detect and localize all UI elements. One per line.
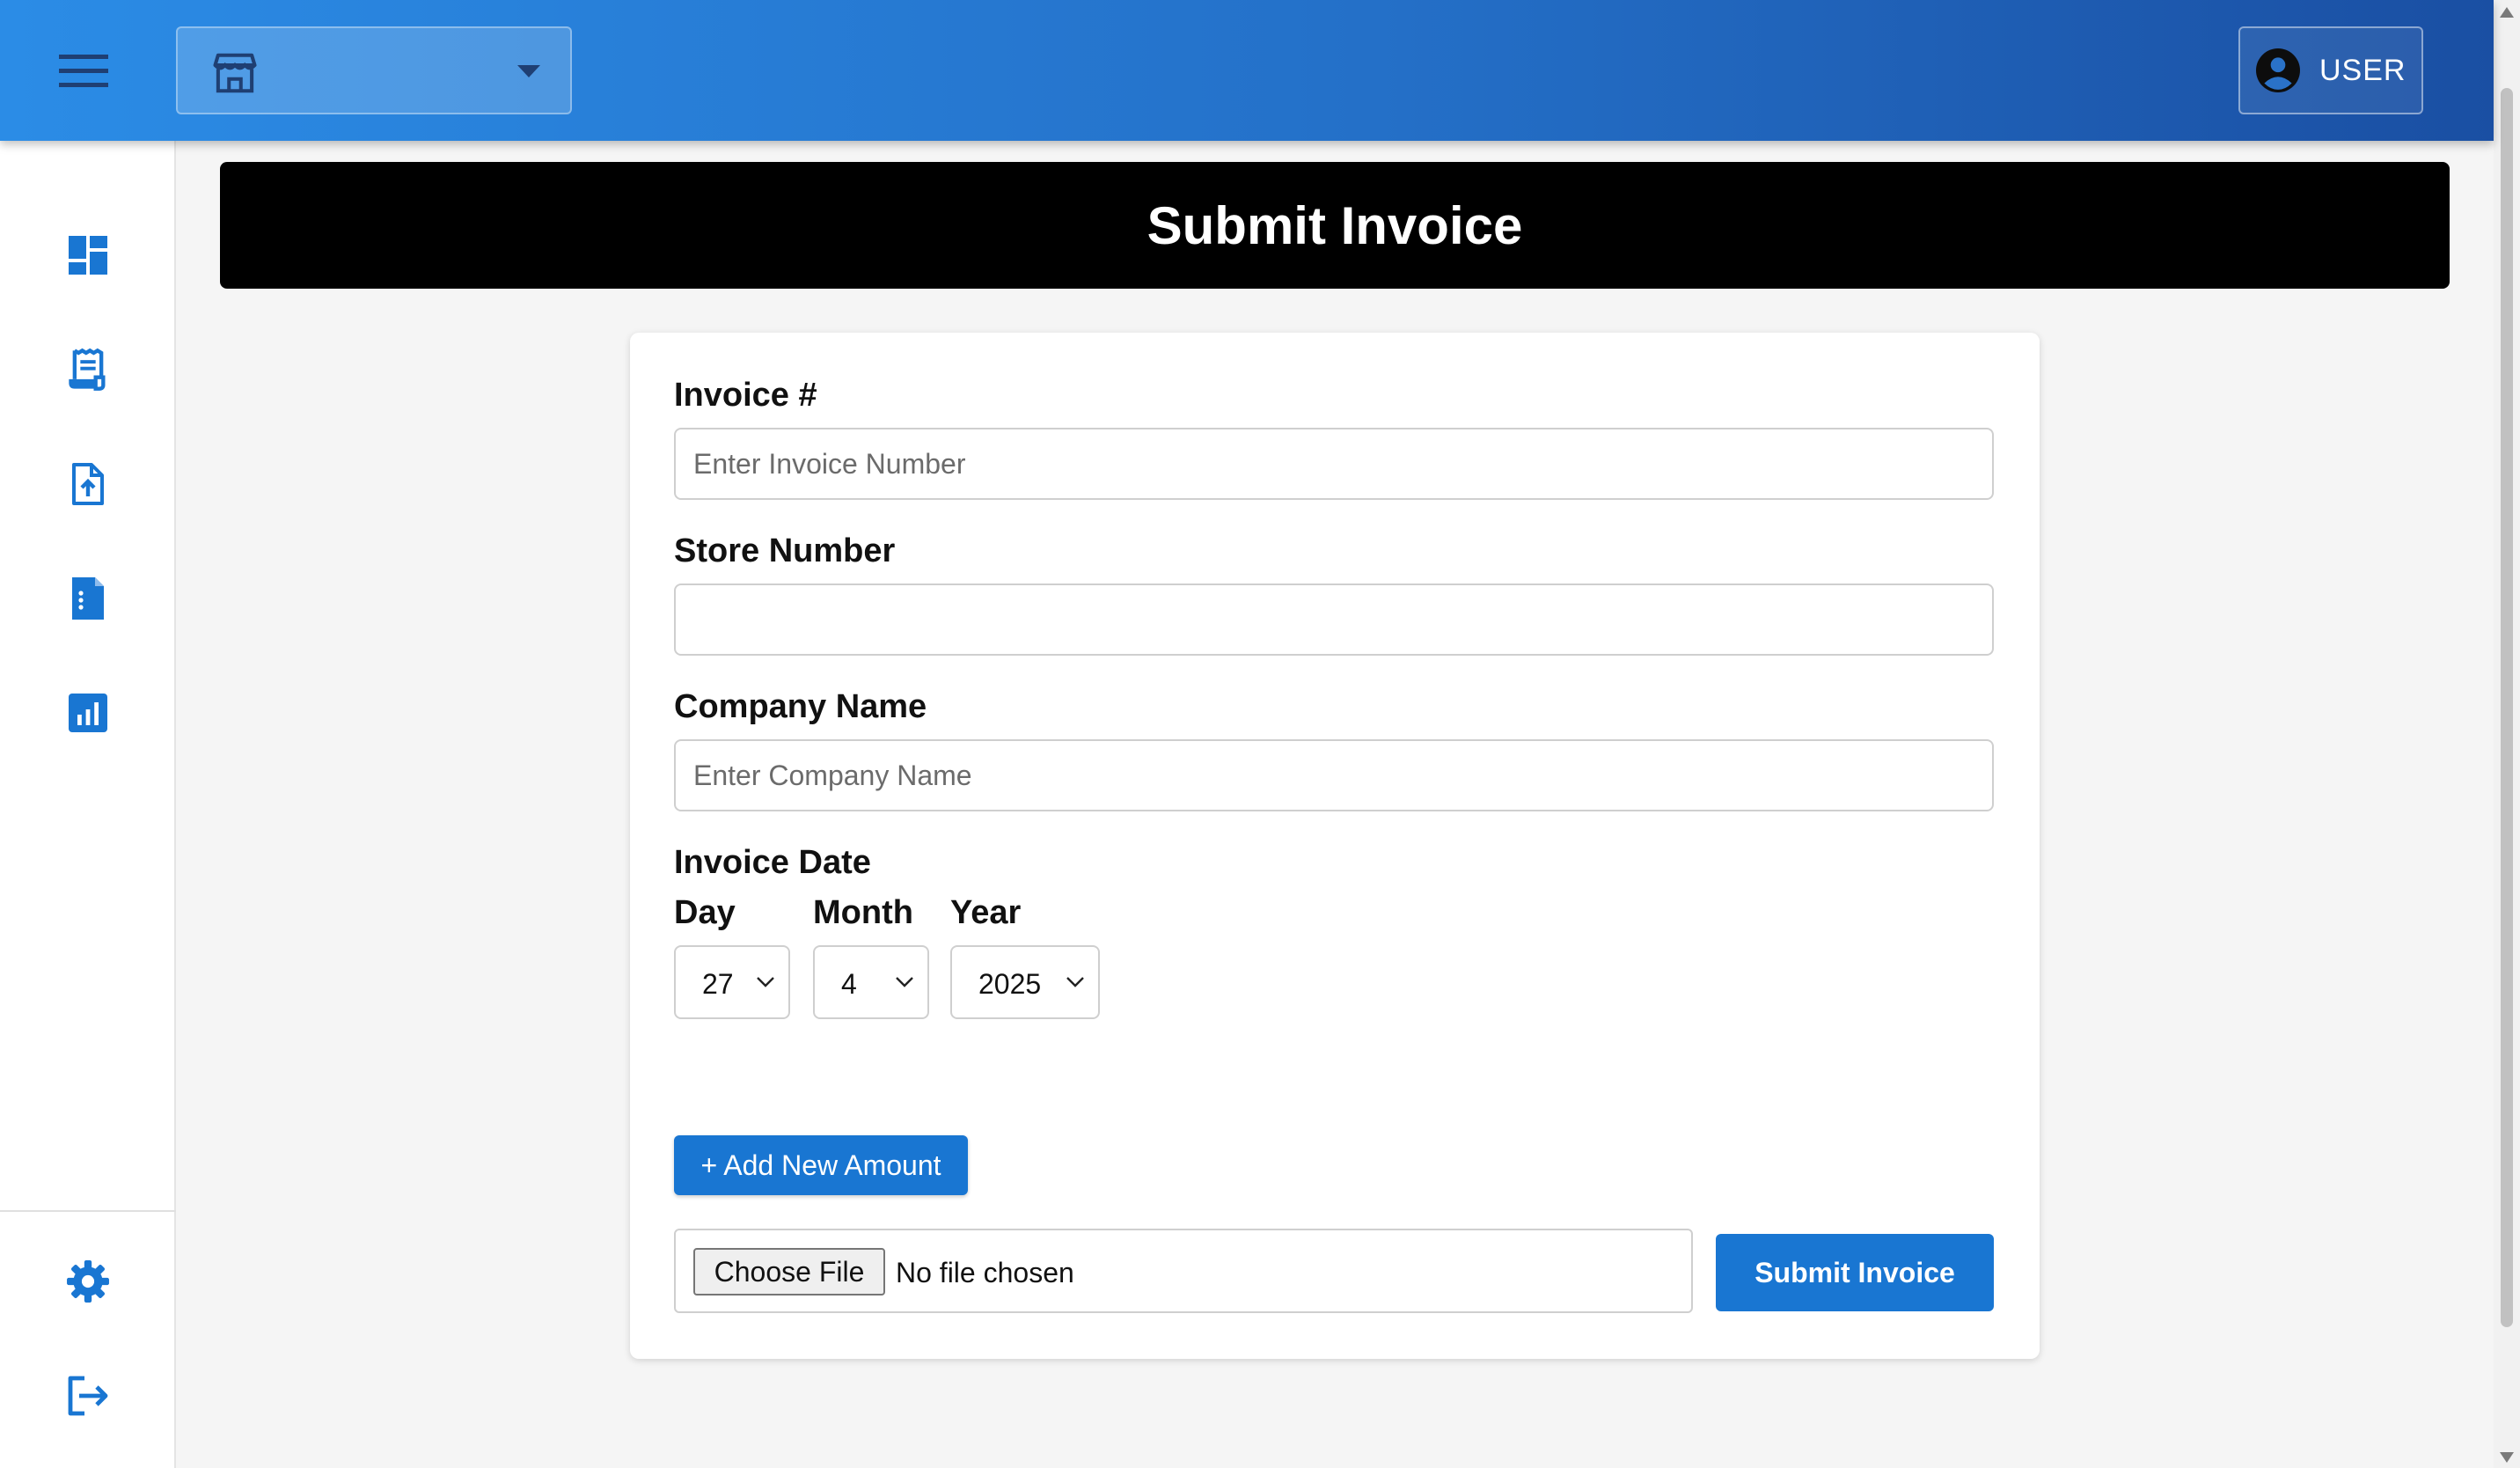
logout-icon <box>68 1376 108 1416</box>
month-select[interactable]: 4 <box>813 945 929 1019</box>
invoice-number-label: Invoice # <box>674 377 817 414</box>
file-upload-field[interactable]: Choose File No file chosen <box>674 1229 1693 1313</box>
scroll-up-arrow-icon[interactable] <box>2500 7 2514 18</box>
year-select[interactable]: 2025 <box>950 945 1100 1019</box>
invoice-date-label: Invoice Date <box>674 844 871 881</box>
page-title-bar: Submit Invoice <box>220 162 2450 289</box>
chevron-down-icon <box>896 977 913 987</box>
submit-invoice-button[interactable]: Submit Invoice <box>1716 1234 1994 1311</box>
store-number-label: Store Number <box>674 532 896 569</box>
user-label: USER <box>2319 53 2406 87</box>
file-status-text: No file chosen <box>896 1257 1074 1288</box>
month-label: Month <box>813 894 913 931</box>
sidebar-item-settings[interactable] <box>44 1237 132 1325</box>
page-title: Submit Invoice <box>1146 195 1523 255</box>
user-menu-button[interactable]: USER <box>2238 26 2423 114</box>
chevron-down-icon <box>757 977 774 987</box>
app-bar: USER <box>0 0 2494 141</box>
day-select[interactable]: 27 <box>674 945 790 1019</box>
upload-file-icon <box>72 463 104 505</box>
sidebar-item-dashboard[interactable] <box>44 211 132 299</box>
add-new-amount-button[interactable]: + Add New Amount <box>674 1135 968 1195</box>
invoice-form-card: Invoice # Store Number Company Name Invo… <box>630 333 2040 1359</box>
sidebar-divider <box>0 1210 176 1212</box>
settings-gear-icon <box>67 1260 109 1303</box>
scrollbar-thumb[interactable] <box>2501 88 2513 1327</box>
month-select-value: 4 <box>841 968 857 1000</box>
hamburger-menu-icon <box>59 55 108 87</box>
store-icon <box>213 53 257 93</box>
sidebar-item-invoices[interactable] <box>44 326 132 414</box>
document-list-icon <box>72 577 104 620</box>
sidebar-item-documents[interactable] <box>44 554 132 642</box>
store-number-input[interactable] <box>674 584 1994 656</box>
page-scrollbar[interactable] <box>2494 0 2520 1468</box>
company-name-label: Company Name <box>674 688 927 725</box>
choose-file-button[interactable]: Choose File <box>693 1248 885 1296</box>
dashboard-icon <box>69 236 107 275</box>
scroll-down-arrow-icon[interactable] <box>2500 1452 2514 1463</box>
year-select-value: 2025 <box>978 968 1042 1000</box>
sidebar-item-logout[interactable] <box>44 1352 132 1440</box>
chevron-down-icon <box>1066 977 1084 987</box>
day-select-value: 27 <box>702 968 734 1000</box>
day-label: Day <box>674 894 736 931</box>
sidebar-item-reports[interactable] <box>44 669 132 757</box>
invoice-number-input[interactable] <box>674 428 1994 500</box>
caret-down-icon <box>517 65 540 77</box>
receipt-icon <box>69 348 106 391</box>
store-selector[interactable] <box>176 26 572 114</box>
report-chart-icon <box>69 694 107 732</box>
menu-button[interactable] <box>44 39 123 102</box>
account-circle-icon <box>2256 48 2300 92</box>
company-name-input[interactable] <box>674 739 1994 811</box>
year-label: Year <box>950 894 1022 931</box>
sidebar-item-upload[interactable] <box>44 440 132 528</box>
sidebar <box>0 141 176 1468</box>
